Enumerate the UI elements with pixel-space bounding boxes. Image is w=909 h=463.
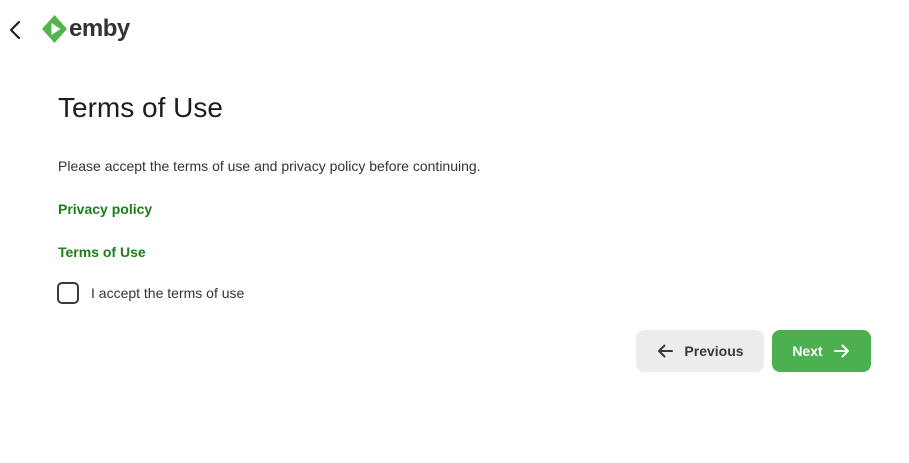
emby-logo-icon	[42, 15, 67, 43]
privacy-policy-link[interactable]: Privacy policy	[58, 199, 152, 219]
terms-page: emby Terms of Use Please accept the term…	[0, 0, 909, 463]
page-title: Terms of Use	[58, 92, 223, 123]
logo-text: emby	[69, 15, 130, 42]
accept-terms-label[interactable]: I accept the terms of use	[91, 283, 244, 303]
emby-logo[interactable]: emby	[41, 14, 130, 44]
next-button-label: Next	[792, 343, 823, 359]
accept-terms-checkbox[interactable]	[57, 282, 79, 304]
chevron-left-icon	[9, 20, 21, 40]
terms-of-use-link[interactable]: Terms of Use	[58, 242, 146, 262]
previous-button-label: Previous	[684, 343, 744, 359]
accept-terms-row[interactable]: I accept the terms of use	[57, 282, 244, 304]
back-button[interactable]	[4, 16, 26, 44]
arrow-right-icon	[833, 342, 851, 360]
previous-button[interactable]: Previous	[636, 330, 764, 372]
page-description: Please accept the terms of use and priva…	[58, 158, 481, 174]
next-button[interactable]: Next	[772, 330, 871, 372]
header: emby	[0, 0, 909, 60]
arrow-left-icon	[656, 342, 674, 360]
